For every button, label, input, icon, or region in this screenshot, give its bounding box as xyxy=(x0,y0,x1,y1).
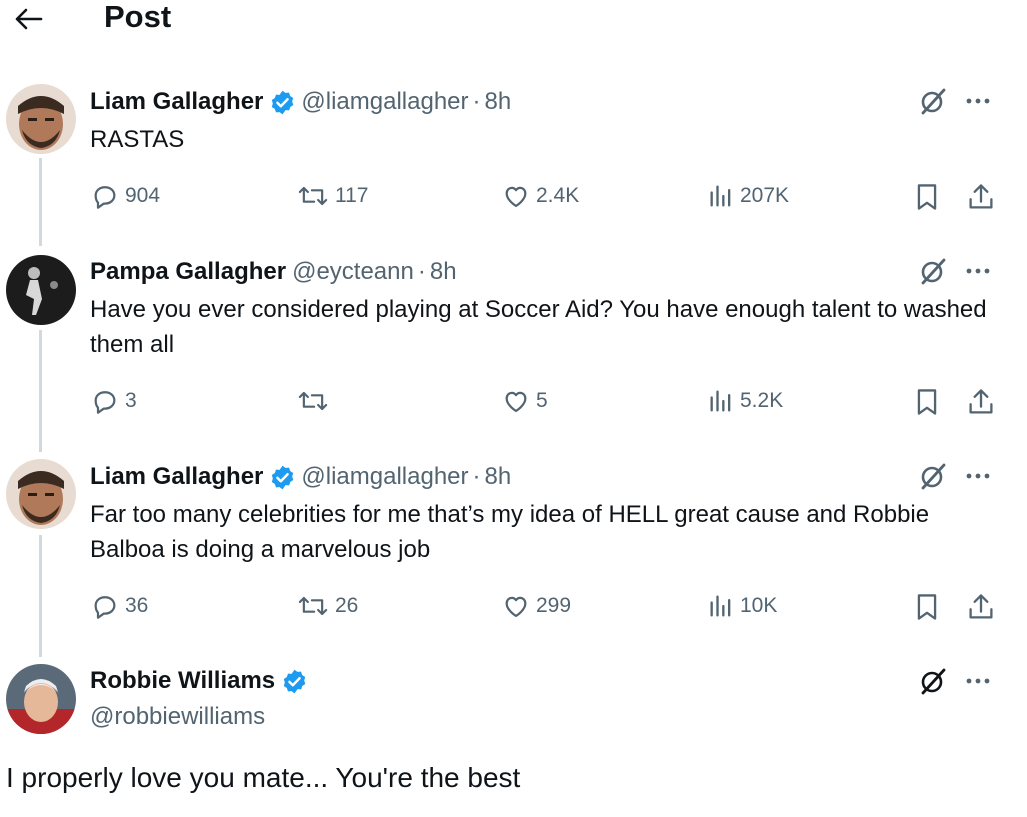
separator-dot: · xyxy=(472,463,481,490)
avatar[interactable] xyxy=(6,84,76,154)
focused-tweet-text: I properly love you mate... You're the b… xyxy=(6,762,521,793)
author-handle[interactable]: @eycteann xyxy=(292,258,414,286)
reply-button[interactable]: 3 xyxy=(91,386,137,416)
more-options-icon[interactable] xyxy=(962,86,994,116)
avatar[interactable] xyxy=(6,459,76,529)
tweet-header: Liam Gallagher @liamgallagher · 8h xyxy=(90,461,511,493)
reply-icon xyxy=(94,186,116,209)
repost-icon xyxy=(298,186,328,206)
view-count: 5.2K xyxy=(740,389,784,412)
page-title: Post xyxy=(104,0,172,34)
repost-count: 26 xyxy=(335,594,359,617)
like-count: 299 xyxy=(536,594,572,617)
author-name[interactable]: Pampa Gallagher xyxy=(90,258,286,286)
grok-icon[interactable] xyxy=(918,86,948,116)
separator-dot: · xyxy=(472,88,481,115)
bookmark-icon[interactable] xyxy=(913,182,941,212)
repost-icon xyxy=(298,391,328,411)
author-handle[interactable]: @liamgallagher xyxy=(301,463,468,491)
repost-count: 117 xyxy=(335,184,369,207)
tweet-text: Have you ever considered playing at Socc… xyxy=(90,296,987,358)
back-button[interactable] xyxy=(8,2,48,36)
repost-button[interactable]: 26 xyxy=(297,591,358,621)
repost-button[interactable] xyxy=(297,386,335,416)
like-button[interactable]: 5 xyxy=(502,386,548,416)
timestamp[interactable]: 8h xyxy=(485,88,512,116)
views-button[interactable]: 10K xyxy=(708,591,777,621)
reply-count: 36 xyxy=(125,594,149,617)
thread-line xyxy=(39,330,42,452)
reply-icon xyxy=(94,596,116,619)
repost-button[interactable]: 117 xyxy=(297,181,368,211)
timestamp[interactable]: 8h xyxy=(430,258,457,286)
verified-badge-icon xyxy=(269,89,296,116)
like-button[interactable]: 299 xyxy=(502,591,571,621)
timestamp[interactable]: 8h xyxy=(485,463,512,491)
like-count: 5 xyxy=(536,389,548,412)
verified-badge-icon xyxy=(269,464,296,491)
share-icon[interactable] xyxy=(966,592,996,622)
heart-icon xyxy=(505,186,527,208)
thread-line xyxy=(39,158,42,246)
author-handle[interactable]: @robbiewilliams xyxy=(90,703,265,731)
avatar[interactable] xyxy=(6,664,76,734)
reply-count: 3 xyxy=(125,389,137,412)
analytics-icon xyxy=(710,595,731,617)
repost-icon xyxy=(298,596,328,616)
tweet-text: Far too many celebrities for me that’s m… xyxy=(90,501,930,563)
more-options-icon[interactable] xyxy=(962,256,994,286)
tweet-header: Liam Gallagher @liamgallagher · 8h xyxy=(90,86,511,118)
tweet-header: Pampa Gallagher @eycteann · 8h xyxy=(90,256,457,288)
heart-icon xyxy=(505,596,527,618)
verified-badge-icon xyxy=(281,668,308,695)
separator-dot: · xyxy=(417,258,426,285)
reply-icon xyxy=(94,391,116,414)
analytics-icon xyxy=(710,185,731,207)
reply-button[interactable]: 36 xyxy=(91,591,148,621)
bookmark-icon[interactable] xyxy=(913,387,941,417)
view-count: 207K xyxy=(740,184,790,207)
heart-icon xyxy=(505,391,527,413)
handle-row: @robbiewilliams xyxy=(90,701,265,733)
arrow-left-icon xyxy=(15,8,43,30)
views-button[interactable]: 207K xyxy=(708,181,789,211)
more-options-icon[interactable] xyxy=(962,461,994,491)
reply-button[interactable]: 904 xyxy=(91,181,160,211)
tweet-header: Robbie Williams xyxy=(90,665,313,697)
thread-line xyxy=(39,535,42,657)
grok-icon[interactable] xyxy=(918,256,948,286)
views-button[interactable]: 5.2K xyxy=(708,386,783,416)
author-name[interactable]: Robbie Williams xyxy=(90,667,275,695)
tweet-text: RASTAS xyxy=(90,126,185,153)
avatar[interactable] xyxy=(6,255,76,325)
like-count: 2.4K xyxy=(536,184,580,207)
author-handle[interactable]: @liamgallagher xyxy=(301,88,468,116)
share-icon[interactable] xyxy=(966,387,996,417)
grok-icon[interactable] xyxy=(918,666,948,696)
grok-icon[interactable] xyxy=(918,461,948,491)
author-name[interactable]: Liam Gallagher xyxy=(90,463,263,491)
reply-count: 904 xyxy=(125,184,161,207)
analytics-icon xyxy=(710,390,731,412)
share-icon[interactable] xyxy=(966,182,996,212)
more-options-icon[interactable] xyxy=(962,666,994,696)
view-count: 10K xyxy=(740,594,778,617)
like-button[interactable]: 2.4K xyxy=(502,181,579,211)
author-name[interactable]: Liam Gallagher xyxy=(90,88,263,116)
bookmark-icon[interactable] xyxy=(913,592,941,622)
